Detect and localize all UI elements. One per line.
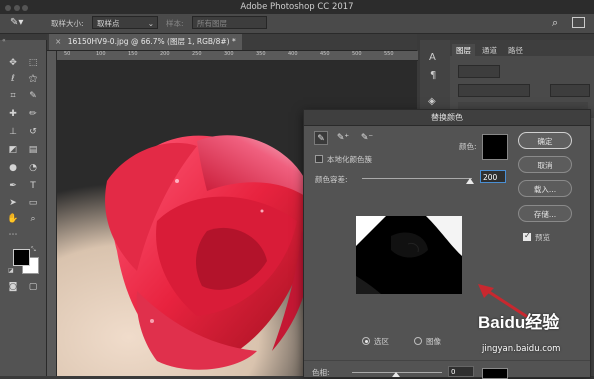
tab-channels[interactable]: 通道 xyxy=(478,44,501,57)
title-bar: Adobe Photoshop CC 2017 xyxy=(0,0,594,14)
gradient-tool-icon[interactable]: ▤ xyxy=(25,143,41,157)
sample-label: 样本: xyxy=(166,19,184,28)
character-panel-icon[interactable]: A xyxy=(429,52,436,63)
layers-panel-icon[interactable]: ◈ xyxy=(428,96,436,107)
zoom-tool-icon[interactable]: ⌕ xyxy=(25,212,41,226)
preview-checkbox[interactable] xyxy=(523,231,531,241)
preview-label: 预览 xyxy=(535,233,550,242)
ruler-tick-label: 400 xyxy=(288,51,298,57)
brush-tool-icon[interactable]: ✏ xyxy=(25,107,41,121)
quick-mask-icon[interactable]: ◙ xyxy=(5,280,21,294)
history-brush-tool-icon[interactable]: ↺ xyxy=(25,125,41,139)
ruler-tick-label: 150 xyxy=(128,51,138,57)
foreground-color-swatch[interactable] xyxy=(13,249,30,266)
default-colors-icon[interactable]: ◪ xyxy=(8,267,14,274)
ruler-horizontal: 50 100 150 200 250 300 350 400 450 500 550 xyxy=(56,51,418,61)
image-radio-label: 图像 xyxy=(426,337,441,346)
hand-tool-icon[interactable]: ✋ xyxy=(5,212,21,226)
dialog-title: 替换颜色 xyxy=(304,110,590,126)
hue-slider-thumb[interactable] xyxy=(392,372,400,377)
selected-color-swatch[interactable] xyxy=(482,134,508,160)
result-color-swatch[interactable] xyxy=(482,368,508,379)
localized-color-clusters-checkbox[interactable] xyxy=(315,155,323,163)
ruler-tick-label: 550 xyxy=(384,51,394,57)
workspace-icon[interactable] xyxy=(572,17,585,28)
ruler-tick-label: 200 xyxy=(160,51,170,57)
eyedropper-minus-icon[interactable]: ✎⁻ xyxy=(360,131,374,145)
baidu-url: jingyan.baidu.com xyxy=(482,344,561,354)
baidu-logo: Baidu经验 xyxy=(478,308,559,333)
ruler-tick-label: 450 xyxy=(320,51,330,57)
toolbox-collapse-icon[interactable]: « xyxy=(2,37,6,44)
screen-mode-icon[interactable]: ▢ xyxy=(25,280,41,294)
ruler-tick-label: 100 xyxy=(96,51,106,57)
type-tool-icon[interactable]: T xyxy=(25,179,41,193)
ruler-tick-label: 250 xyxy=(192,51,202,57)
eyedropper-tool-preset-icon[interactable]: ✎▾ xyxy=(10,17,23,28)
baidu-brand: Baidu经验 xyxy=(478,313,560,332)
tab-layers[interactable]: 图层 xyxy=(452,44,475,57)
selection-radio[interactable] xyxy=(362,337,370,345)
hue-input[interactable]: 0 xyxy=(448,366,474,377)
cancel-button[interactable]: 取消 xyxy=(518,156,572,173)
path-selection-tool-icon[interactable]: ➤ xyxy=(5,196,21,210)
mask-preview-image xyxy=(356,216,462,294)
opacity-field[interactable] xyxy=(550,84,590,97)
edit-toolbar-icon[interactable]: ⋯ xyxy=(5,228,21,242)
load-button[interactable]: 载入... xyxy=(518,180,572,197)
fuzziness-slider-thumb[interactable] xyxy=(466,178,474,184)
document-tab[interactable]: × 16150HV9-0.jpg @ 66.7% (图层 1, RGB/8#) … xyxy=(49,34,242,50)
healing-brush-tool-icon[interactable]: ✚ xyxy=(5,107,21,121)
swap-colors-icon[interactable]: ⤡ xyxy=(31,246,36,254)
baidu-watermark: Baidu经验 jingyan.baidu.com xyxy=(478,304,590,362)
search-icon[interactable]: ⌕ xyxy=(552,16,558,30)
clone-stamp-tool-icon[interactable]: ⊥ xyxy=(5,125,21,139)
document-tab-label: 16150HV9-0.jpg @ 66.7% (图层 1, RGB/8#) * xyxy=(67,37,236,46)
fuzziness-label: 颜色容差: xyxy=(315,175,348,184)
tab-paths[interactable]: 路径 xyxy=(504,44,527,57)
magic-wand-tool-icon[interactable]: ⚝ xyxy=(25,72,41,86)
layer-filter-select[interactable] xyxy=(458,65,500,78)
chevron-down-icon: ⌄ xyxy=(147,19,154,28)
ruler-tick-label: 500 xyxy=(352,51,362,57)
eyedropper-plus-icon[interactable]: ✎⁺ xyxy=(336,131,350,145)
eyedropper-icon[interactable]: ✎ xyxy=(314,131,328,145)
ruler-tick-label: 50 xyxy=(64,51,71,57)
ruler-tick-label: 300 xyxy=(224,51,234,57)
color-label: 颜色: xyxy=(459,142,477,151)
close-icon[interactable]: × xyxy=(55,37,61,46)
sample-size-label: 取样大小: xyxy=(51,19,84,28)
move-tool-icon[interactable]: ✥ xyxy=(5,56,21,70)
pen-tool-icon[interactable]: ✒ xyxy=(5,179,21,193)
sample-size-select[interactable]: 取样点 ⌄ xyxy=(92,16,158,29)
lasso-tool-icon[interactable]: ℓ xyxy=(5,72,21,86)
ruler-vertical xyxy=(47,51,57,376)
image-radio[interactable] xyxy=(414,337,422,345)
shape-tool-icon[interactable]: ▭ xyxy=(25,196,41,210)
sample-size-value: 取样点 xyxy=(97,19,120,28)
sample-value: 所有图层 xyxy=(197,19,227,28)
crop-tool-icon[interactable]: ⌗ xyxy=(5,89,21,103)
ok-button[interactable]: 确定 xyxy=(518,132,572,149)
fuzziness-slider-track[interactable] xyxy=(362,178,472,179)
toolbox: « ✥ ⬚ ℓ ⚝ ⌗ ✎ ✚ ✏ ⊥ ↺ ◩ ▤ ● ◔ ✒ T ➤ ▭ ✋ … xyxy=(0,37,47,376)
eraser-tool-icon[interactable]: ◩ xyxy=(5,143,21,157)
ruler-tick-label: 350 xyxy=(256,51,266,57)
save-button[interactable]: 存储... xyxy=(518,205,572,222)
document-tabs: × 16150HV9-0.jpg @ 66.7% (图层 1, RGB/8#) … xyxy=(47,34,417,51)
localized-color-clusters-label: 本地化颜色簇 xyxy=(327,155,372,164)
paragraph-panel-icon[interactable]: ¶ xyxy=(430,70,436,81)
blend-mode-select[interactable] xyxy=(458,84,530,97)
eyedropper-tool-icon[interactable]: ✎ xyxy=(25,89,41,103)
blur-tool-icon[interactable]: ● xyxy=(5,161,21,175)
sample-select[interactable]: 所有图层 xyxy=(192,16,267,29)
window-title: Adobe Photoshop CC 2017 xyxy=(240,2,354,12)
dodge-tool-icon[interactable]: ◔ xyxy=(25,161,41,175)
marquee-tool-icon[interactable]: ⬚ xyxy=(25,56,41,70)
options-bar: ✎▾ 取样大小: 取样点 ⌄ 样本: 所有图层 ⌕ xyxy=(0,14,594,34)
fuzziness-input[interactable]: 200 xyxy=(480,170,506,183)
selection-radio-label: 选区 xyxy=(374,337,389,346)
selection-preview xyxy=(356,216,462,294)
hue-label: 色相: xyxy=(312,368,330,377)
